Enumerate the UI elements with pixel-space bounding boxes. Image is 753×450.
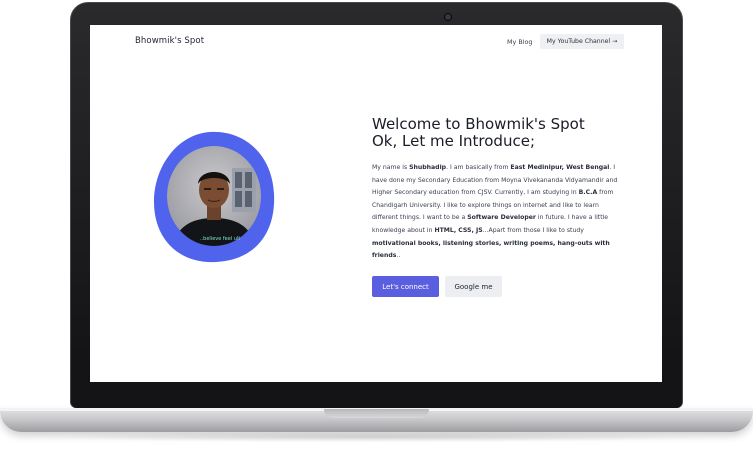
lets-connect-button[interactable]: Let's connect xyxy=(372,276,439,297)
laptop-bezel xyxy=(71,382,682,408)
nav-youtube-label: My YouTube Channel xyxy=(546,38,611,45)
bio-text: . I am basically from xyxy=(446,164,511,171)
bio-highlight: East Medinipur, West Bengal xyxy=(510,164,610,171)
bio-highlight: HTML, CSS, JS xyxy=(434,226,483,234)
profile-picture: ..believe feel ult xyxy=(154,131,275,263)
hero-title: Welcome to Bhowmik's Spot xyxy=(372,115,585,133)
bio-text: My name is xyxy=(372,164,410,171)
hero-heading: Welcome to Bhowmik's Spot Ok, Let me Int… xyxy=(372,116,652,150)
google-me-button[interactable]: Google me xyxy=(445,276,502,297)
site-brand[interactable]: Bhowmik's Spot xyxy=(135,36,204,46)
webcam-icon xyxy=(444,13,452,21)
shirt-print: ..believe feel ult xyxy=(200,236,240,242)
nav-youtube-button[interactable]: My YouTube Channel → xyxy=(540,34,624,49)
laptop-shadow xyxy=(40,432,713,442)
website-screen: Bhowmik's Spot My Blog My YouTube Channe… xyxy=(90,25,662,382)
bio-highlight: motivational books, listening stories, w… xyxy=(372,239,610,260)
nav-my-blog-link[interactable]: My Blog xyxy=(507,38,532,46)
bio-highlight: B.C.A xyxy=(578,189,598,197)
arrow-right-icon: → xyxy=(612,38,618,45)
bio-text: .. xyxy=(396,252,401,260)
bio-highlight: Software Developer xyxy=(467,214,536,222)
laptop-notch xyxy=(324,409,429,418)
bio-highlight: Shubhadip xyxy=(409,164,447,171)
bio-text: ...Apart from those I like to study xyxy=(482,226,584,234)
hero-bio: My name is Shubhadip. I am basically fro… xyxy=(372,162,624,263)
hero-subtitle: Ok, Let me Introduce; xyxy=(372,132,535,150)
